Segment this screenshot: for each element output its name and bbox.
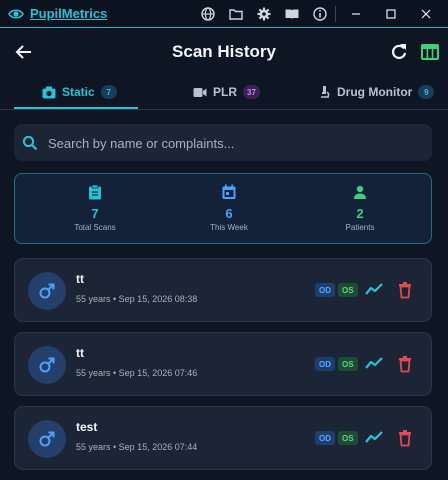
eye-logo-icon [8, 9, 24, 19]
table-layout-icon[interactable] [420, 42, 440, 62]
scan-card[interactable]: tt 55 years • Sep 15, 2026 08:38 OD OS [14, 258, 432, 322]
scan-card[interactable]: tt 55 years • Sep 15, 2026 07:46 OD OS [14, 332, 432, 396]
minimize-icon[interactable] [346, 4, 366, 24]
stat-total-scans-label: Total Scans [74, 223, 116, 232]
search-box [14, 124, 432, 161]
scan-type-tabs: Static 7 PLR 37 Drug Monitor 9 [0, 74, 448, 110]
book-icon[interactable] [284, 6, 300, 22]
stat-this-week-label: This Week [210, 223, 248, 232]
close-icon[interactable] [416, 4, 436, 24]
tab-plr[interactable]: PLR 37 [193, 74, 260, 110]
stat-patients-label: Patients [345, 223, 375, 232]
patient-name: tt [76, 346, 84, 360]
avatar [28, 420, 66, 458]
maximize-icon[interactable] [381, 4, 401, 24]
avatar [28, 272, 66, 310]
video-camera-icon [193, 87, 207, 97]
os-badge: OS [338, 357, 358, 371]
search-input[interactable] [48, 132, 418, 154]
page-header: Scan History [0, 36, 448, 68]
trend-chart-icon[interactable] [365, 429, 383, 445]
stat-total-scans-value: 7 [91, 206, 99, 221]
camera-icon [42, 86, 56, 98]
trash-icon[interactable] [397, 429, 413, 447]
microscope-icon [321, 86, 330, 98]
stats-panel: 7 Total Scans 6 This Week 2 Patients [14, 173, 432, 244]
avatar [28, 346, 66, 384]
scan-meta: 55 years • Sep 15, 2026 07:44 [76, 442, 198, 452]
trash-icon[interactable] [397, 355, 413, 373]
title-bar: PupilMetrics [0, 0, 448, 28]
info-icon[interactable] [312, 6, 328, 22]
patient-name: test [76, 420, 98, 434]
refresh-icon[interactable] [389, 42, 409, 62]
folder-icon[interactable] [228, 6, 244, 22]
stat-this-week-value: 6 [225, 206, 233, 221]
tab-static-count: 7 [100, 85, 117, 99]
patient-name: tt [76, 272, 84, 286]
tab-drug-monitor-count: 9 [418, 85, 435, 99]
trend-chart-icon[interactable] [365, 355, 383, 371]
trend-chart-icon[interactable] [365, 281, 383, 297]
od-badge: OD [315, 431, 335, 445]
person-icon [354, 185, 366, 199]
stat-patients-value: 2 [356, 206, 364, 221]
trash-icon[interactable] [397, 281, 413, 299]
app-name: PupilMetrics [30, 6, 108, 21]
titlebar-separator [335, 6, 336, 22]
clipboard-icon [89, 184, 101, 200]
scan-meta: 55 years • Sep 15, 2026 08:38 [76, 294, 198, 304]
tab-static[interactable]: Static 7 [42, 74, 117, 110]
page-title: Scan History [172, 42, 276, 61]
gear-icon[interactable] [256, 6, 272, 22]
od-badge: OD [315, 283, 335, 297]
male-icon [39, 283, 55, 299]
tab-drug-monitor[interactable]: Drug Monitor 9 [318, 74, 435, 110]
tab-plr-count: 37 [243, 85, 260, 99]
stat-this-week: 6 This Week [159, 182, 299, 232]
stat-patients: 2 Patients [290, 182, 430, 232]
stat-total-scans: 7 Total Scans [25, 182, 165, 232]
calendar-icon [222, 184, 236, 199]
os-badge: OS [338, 283, 358, 297]
tab-plr-label: PLR [213, 85, 237, 99]
scan-meta: 55 years • Sep 15, 2026 07:46 [76, 368, 198, 378]
globe-icon[interactable] [200, 6, 216, 22]
active-tab-indicator [14, 107, 138, 109]
male-icon [39, 357, 55, 373]
os-badge: OS [338, 431, 358, 445]
male-icon [39, 431, 55, 447]
search-icon [22, 135, 38, 151]
tab-static-label: Static [62, 85, 95, 99]
od-badge: OD [315, 357, 335, 371]
tab-drug-monitor-label: Drug Monitor [337, 85, 413, 99]
scan-card[interactable]: test 55 years • Sep 15, 2026 07:44 OD OS [14, 406, 432, 470]
